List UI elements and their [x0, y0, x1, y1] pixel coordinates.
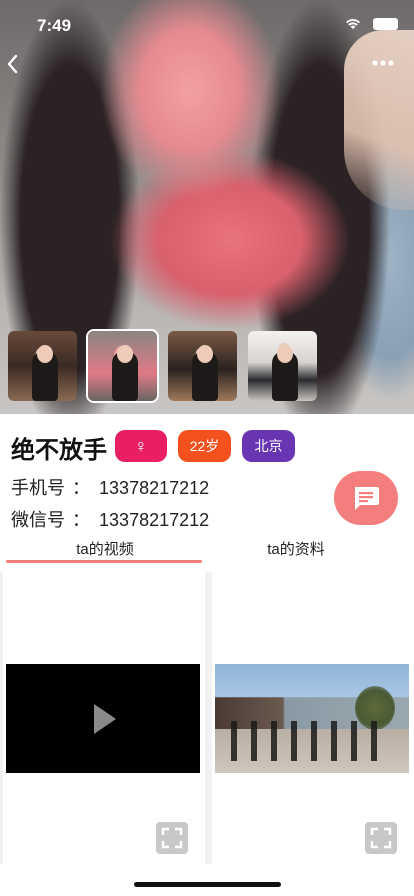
status-time: 7:49	[37, 16, 72, 35]
photo-thumbnail[interactable]	[6, 329, 79, 403]
photo-thumbnail-selected[interactable]	[86, 329, 159, 403]
phone-value: 13378217212	[99, 478, 210, 498]
chat-bubble-icon	[355, 487, 379, 510]
video-card[interactable]	[212, 572, 414, 864]
home-indicator	[134, 882, 281, 887]
video-thumbnail[interactable]	[215, 664, 409, 773]
tab-profile-info[interactable]: ta的资料	[196, 538, 396, 559]
photo-detail	[344, 30, 414, 210]
wechat-row: 微信号 ： 13378217212	[11, 506, 209, 532]
profile-name: 绝不放手	[11, 437, 107, 464]
age-badge: 22岁	[178, 430, 231, 462]
photo-thumbnail[interactable]	[166, 329, 239, 403]
battery-icon	[373, 18, 398, 30]
play-icon[interactable]	[92, 702, 118, 736]
tab-active-indicator	[6, 560, 202, 563]
wechat-label: 微信号	[11, 510, 65, 530]
status-bar: 7:49	[0, 0, 414, 50]
video-card[interactable]	[3, 572, 205, 864]
wechat-value: 13378217212	[99, 510, 210, 530]
profile-tabs: ta的视频 ta的资料	[0, 535, 414, 565]
phone-row: 手机号 ： 13378217212	[11, 474, 209, 500]
city-badge: 北京	[242, 430, 295, 462]
fullscreen-icon[interactable]	[365, 822, 397, 854]
wifi-icon	[346, 19, 360, 30]
tab-videos[interactable]: ta的视频	[0, 538, 210, 559]
gender-badge: ♀	[115, 430, 167, 462]
video-thumbnail[interactable]	[6, 664, 200, 773]
phone-separator: ：	[72, 478, 91, 498]
phone-label: 手机号	[11, 478, 65, 498]
message-button[interactable]	[334, 471, 398, 525]
more-dots-icon[interactable]	[372, 58, 394, 68]
chevron-left-icon[interactable]	[2, 50, 26, 78]
fullscreen-icon[interactable]	[156, 822, 188, 854]
photo-thumbnail-strip	[6, 329, 319, 405]
photo-thumbnail[interactable]	[246, 329, 319, 403]
video-grid	[0, 572, 414, 864]
wechat-separator: ：	[72, 510, 91, 530]
